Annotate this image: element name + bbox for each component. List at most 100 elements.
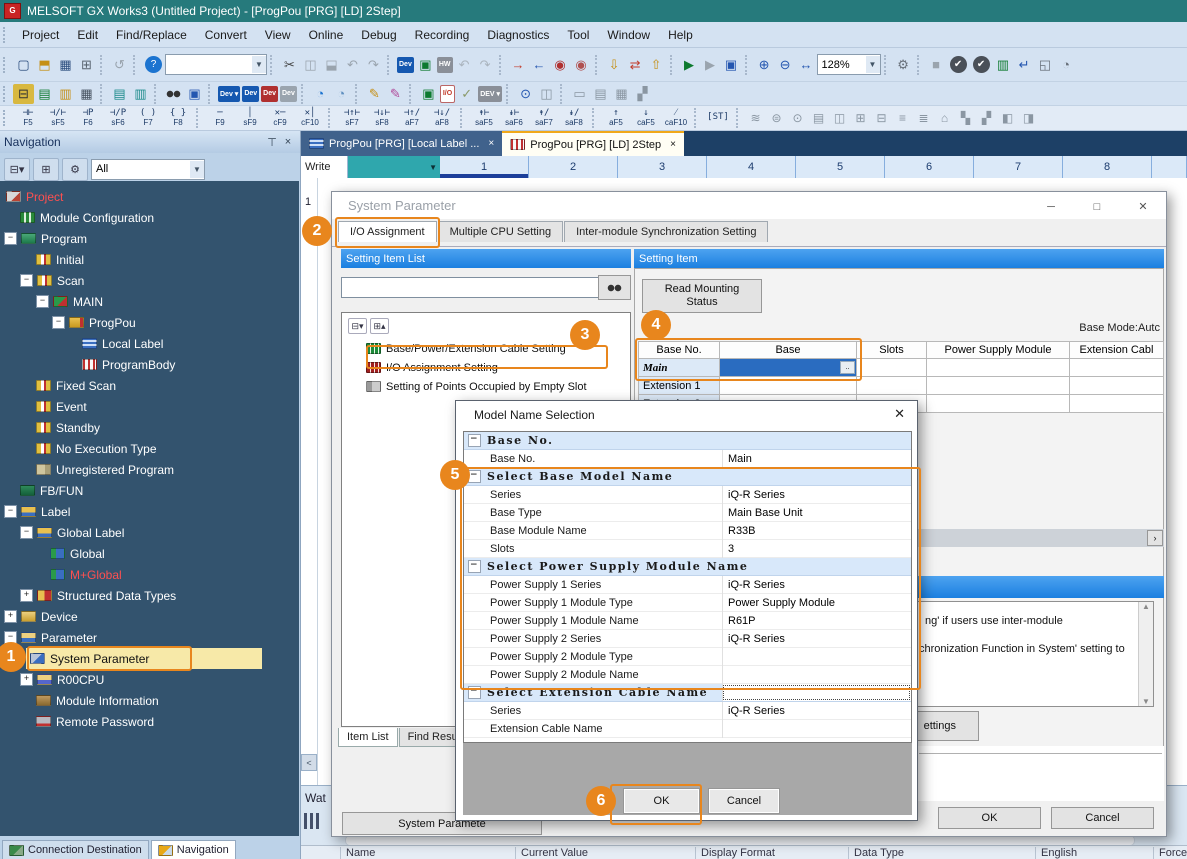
device-find-icon[interactable]: Dev [397, 57, 414, 73]
expand-icon[interactable]: + [4, 610, 17, 623]
close-icon[interactable]: × [280, 134, 296, 150]
module-tool-icon[interactable]: ▥ [993, 55, 1014, 75]
find-results-icon[interactable]: ▣ [184, 84, 205, 104]
align-left-icon[interactable]: ≡ [892, 108, 913, 128]
monitor-start-icon[interactable]: ▶ [679, 55, 700, 75]
io-jump-icon[interactable]: I/O [440, 85, 455, 103]
print-icon[interactable]: ⊞ [76, 55, 97, 75]
half2-icon[interactable]: ◨ [1018, 108, 1039, 128]
tree-item-unregistered-program[interactable]: Unregistered Program [0, 459, 299, 480]
edit-statement-icon[interactable]: ✎ [385, 84, 406, 104]
dialog-tab-multiple-cpu-setting[interactable]: Multiple CPU Setting [438, 221, 564, 242]
section-base-no[interactable]: −Base No. [464, 432, 911, 450]
edit-comment-icon[interactable]: ✎ [364, 84, 385, 104]
collapse-icon[interactable]: − [20, 274, 33, 287]
read-mounting-status-button[interactable]: Read Mounting Status [642, 279, 762, 313]
tree-item-project[interactable]: Project [0, 186, 299, 207]
tree-item-structured-data-types[interactable]: +Structured Data Types [0, 585, 299, 606]
property-value[interactable]: iQ-R Series [722, 702, 911, 720]
tree-item-local-label[interactable]: Local Label [0, 333, 299, 354]
menu-item-convert[interactable]: Convert [196, 24, 256, 46]
tree-item-main[interactable]: −MAIN [0, 291, 299, 312]
paste-icon[interactable]: ⬓ [321, 55, 342, 75]
menu-item-recording[interactable]: Recording [406, 24, 479, 46]
ladder-symbol-button-cf9[interactable]: ✕─cF9 [265, 109, 295, 128]
pattern1-icon[interactable]: ▚ [955, 108, 976, 128]
ladder-symbol-button-st[interactable]: [ST] [703, 113, 733, 123]
document-tab-progpou-prg-ld-2step[interactable]: ProgPou [PRG] [LD] 2Step× [502, 131, 684, 156]
check-parameter-icon[interactable]: ✔ [973, 56, 990, 73]
outline-window-icon[interactable]: ▤ [109, 84, 130, 104]
ladder-symbol-button-saf8[interactable]: ↡/saF8 [559, 109, 589, 128]
tree-item-fb-fun[interactable]: FB/FUN [0, 480, 299, 501]
ladder-symbol-button-saf6[interactable]: ↡⊢saF6 [499, 109, 529, 128]
ladder-symbol-button-f7[interactable]: ( )F7 [133, 109, 163, 128]
ladder-swap-icon[interactable]: ⇄ [625, 55, 646, 75]
search-button[interactable] [598, 275, 631, 300]
new-project-icon[interactable]: ▢ [13, 55, 34, 75]
close-tab-icon[interactable]: × [488, 138, 494, 149]
tree-filter-combo[interactable]: All ▼ [91, 159, 205, 180]
zoom-in-icon[interactable]: ⊕ [754, 55, 775, 75]
ladder-symbol-button-sf8[interactable]: ⊣↓⊢sF8 [367, 109, 397, 128]
program-check-icon[interactable]: ▣ [418, 84, 439, 104]
find-prev-icon[interactable]: ↶ [454, 55, 475, 75]
menu-item-online[interactable]: Online [300, 24, 353, 46]
half1-icon[interactable]: ◧ [997, 108, 1018, 128]
rung-comment-icon[interactable]: ▤ [808, 108, 829, 128]
save-project-icon[interactable]: ▦ [55, 55, 76, 75]
docking-help-icon[interactable]: ▥ [130, 84, 151, 104]
collapse-tree-button[interactable]: ⊟▾ [4, 158, 30, 181]
close-tab-icon[interactable]: × [670, 139, 676, 150]
scroll-left-button[interactable]: < [301, 754, 317, 771]
cross-reference-icon[interactable]: ◉ [550, 55, 571, 75]
check-program-icon[interactable]: ✔ [950, 56, 967, 73]
ladder-symbol-button-af7[interactable]: ⊣↑/aF7 [397, 109, 427, 128]
minimize-icon[interactable]: ─ [1040, 199, 1062, 214]
tree-item-fixed-scan[interactable]: Fixed Scan [0, 375, 299, 396]
ladder-symbol-button-caf5[interactable]: ↓caF5 [631, 109, 661, 128]
copy-icon[interactable]: ◫ [300, 55, 321, 75]
zoom-level-combo[interactable]: 128%▼ [817, 54, 881, 75]
device-list-icon[interactable]: ◉ [571, 55, 592, 75]
panel-tab-navigation[interactable]: Navigation [151, 840, 236, 859]
ladder-symbol-button-f8[interactable]: { }F8 [163, 109, 193, 128]
zoom-out-icon[interactable]: ⊖ [775, 55, 796, 75]
ladder-symbol-button-f5[interactable]: ⊣⊢F5 [13, 109, 43, 128]
redo-icon[interactable]: ↷ [363, 55, 384, 75]
ladder-symbol-button-f9[interactable]: ─F9 [205, 109, 235, 128]
monitor-write-icon[interactable]: ▣ [721, 55, 742, 75]
find-binoculars-icon[interactable] [163, 84, 184, 104]
open-project-icon[interactable]: ⬒ [34, 55, 55, 75]
property-window-icon[interactable]: ▭ [569, 84, 590, 104]
find-next-icon[interactable]: ↷ [475, 55, 496, 75]
ladder-symbol-button-af8[interactable]: ⊣↓/aF8 [427, 109, 457, 128]
collapse-icon[interactable]: − [468, 434, 481, 447]
watch-stop-icon[interactable]: ◔ [331, 84, 352, 104]
undo-icon[interactable]: ↶ [342, 55, 363, 75]
memo-window-icon[interactable]: ▤ [590, 84, 611, 104]
zoom-fit-icon[interactable]: ↔ [796, 55, 817, 75]
clock-icon[interactable]: ◔ [1056, 55, 1077, 75]
tree-item-no-execution-type[interactable]: No Execution Type [0, 438, 299, 459]
delete-row-icon[interactable]: ⊟ [871, 108, 892, 128]
expand-all-icon[interactable]: ⊞▴ [370, 318, 389, 334]
element-selection-icon[interactable]: ▤ [34, 84, 55, 104]
ladder-symbol-button-saf7[interactable]: ↟/saF7 [529, 109, 559, 128]
tree-item-m-global[interactable]: M+Global [0, 564, 299, 585]
collapse-icon[interactable]: − [20, 526, 33, 539]
return-icon[interactable]: ↵ [1014, 55, 1035, 75]
menu-item-diagnostics[interactable]: Diagnostics [478, 24, 558, 46]
menu-item-debug[interactable]: Debug [352, 24, 405, 46]
list-tab-item-list[interactable]: Item List [338, 728, 398, 747]
collapse-icon[interactable]: − [52, 316, 65, 329]
expand-icon[interactable]: + [20, 673, 33, 686]
collapse-icon[interactable]: − [4, 505, 17, 518]
property-value[interactable] [722, 720, 911, 738]
tree-item-remote-password[interactable]: Remote Password [0, 711, 299, 732]
maximize-icon[interactable]: □ [1086, 199, 1108, 214]
close-icon[interactable]: ✕ [894, 406, 905, 422]
dock-window-icon[interactable]: ◫ [536, 84, 557, 104]
device-comment-icon[interactable]: ◫ [829, 108, 850, 128]
menu-item-help[interactable]: Help [659, 24, 702, 46]
